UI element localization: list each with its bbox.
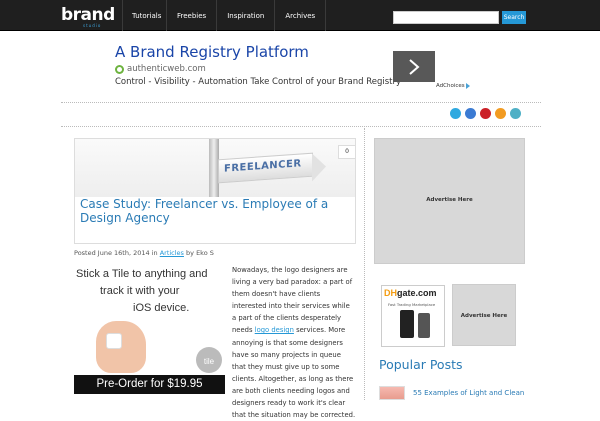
ad-title[interactable]: A Brand Registry Platform <box>115 43 309 61</box>
top-navigation-bar: brand studio Tutorials Freebies Inspirat… <box>0 0 600 31</box>
post-author: by Eko S <box>186 249 214 257</box>
signpost-tip <box>312 152 326 182</box>
email-icon[interactable] <box>510 108 521 119</box>
post-meta: Posted June 16th, 2014 in Articles by Ek… <box>74 249 214 257</box>
tile-ad-line-2: track it with your <box>100 285 180 297</box>
verified-icon <box>115 64 124 74</box>
nav-item-archives[interactable]: Archives <box>274 0 327 31</box>
dhgate-logo: DHgate.com <box>384 288 437 298</box>
twitter-icon[interactable] <box>450 108 461 119</box>
tile-logo: tile <box>196 347 222 373</box>
adchoices-link[interactable]: AdChoices <box>436 83 470 89</box>
article-text-part-1: Nowadays, the logo designers are living … <box>232 266 353 335</box>
main-nav: Tutorials Freebies Inspiration Archives <box>122 0 327 31</box>
ad-open-button[interactable] <box>393 51 435 82</box>
dhgate-ad[interactable]: DHgate.com Fast Trading Marketplace <box>381 285 445 347</box>
adchoices-label: AdChoices <box>436 83 465 89</box>
phone-image <box>418 313 430 338</box>
tile-advertisement[interactable]: Stick a Tile to anything and track it wi… <box>74 263 225 400</box>
featured-post-card[interactable]: FREELANCER <box>74 138 356 244</box>
search-input[interactable] <box>393 11 499 24</box>
nav-item-inspiration[interactable]: Inspiration <box>216 0 274 31</box>
adchoices-icon <box>465 83 470 89</box>
social-icons <box>450 108 521 119</box>
rss-icon[interactable] <box>495 108 506 119</box>
preorder-banner: Pre-Order for $19.95 <box>74 375 225 394</box>
tile-ad-line-1: Stick a Tile to anything and <box>76 268 208 280</box>
nav-item-freebies[interactable]: Freebies <box>166 0 216 31</box>
divider <box>61 126 541 127</box>
dhgate-tagline: Fast Trading Marketplace <box>388 302 436 307</box>
phone-image <box>400 310 414 338</box>
advertise-here-label: Advertise Here <box>426 197 473 203</box>
logo-text: brand <box>61 5 115 25</box>
popular-post-item[interactable]: 55 Examples of Light and Clean <box>379 386 524 400</box>
popular-posts-heading: Popular Posts <box>379 357 463 372</box>
advertise-here-label: Advertise Here <box>460 313 508 319</box>
nav-item-tutorials[interactable]: Tutorials <box>122 0 166 31</box>
logo-subtitle: studio <box>83 23 102 28</box>
post-title[interactable]: Case Study: Freelancer vs. Employee of a… <box>80 197 330 225</box>
tile-device-image <box>106 333 122 349</box>
advertise-here-large[interactable]: Advertise Here <box>374 138 525 264</box>
site-logo[interactable]: brand studio <box>61 5 115 28</box>
popular-post-link[interactable]: 55 Examples of Light and Clean <box>413 389 524 397</box>
pinterest-icon[interactable] <box>480 108 491 119</box>
ad-domain[interactable]: authenticweb.com <box>115 64 206 74</box>
column-divider <box>364 128 365 400</box>
posted-date: Posted June 16th, 2014 in <box>74 249 158 257</box>
featured-image: FREELANCER <box>75 139 355 197</box>
ad-description: Control - Visibility - Automation Take C… <box>115 77 401 87</box>
popular-post-thumbnail <box>379 386 405 400</box>
divider <box>61 102 541 103</box>
chevron-right-icon <box>409 59 420 75</box>
category-link[interactable]: Articles <box>160 249 184 257</box>
tile-ad-line-3: iOS device. <box>133 302 190 314</box>
article-text-part-2: services. More annoying is that some des… <box>232 326 356 420</box>
logo-design-link[interactable]: logo design <box>255 326 294 334</box>
search-button[interactable]: Search <box>502 11 526 24</box>
facebook-icon[interactable] <box>465 108 476 119</box>
advertise-here-small[interactable]: Advertise Here <box>452 284 516 346</box>
ad-domain-text: authenticweb.com <box>127 64 206 74</box>
comment-count-badge[interactable]: 0 <box>338 145 356 159</box>
article-excerpt: Nowadays, the logo designers are living … <box>232 264 356 421</box>
